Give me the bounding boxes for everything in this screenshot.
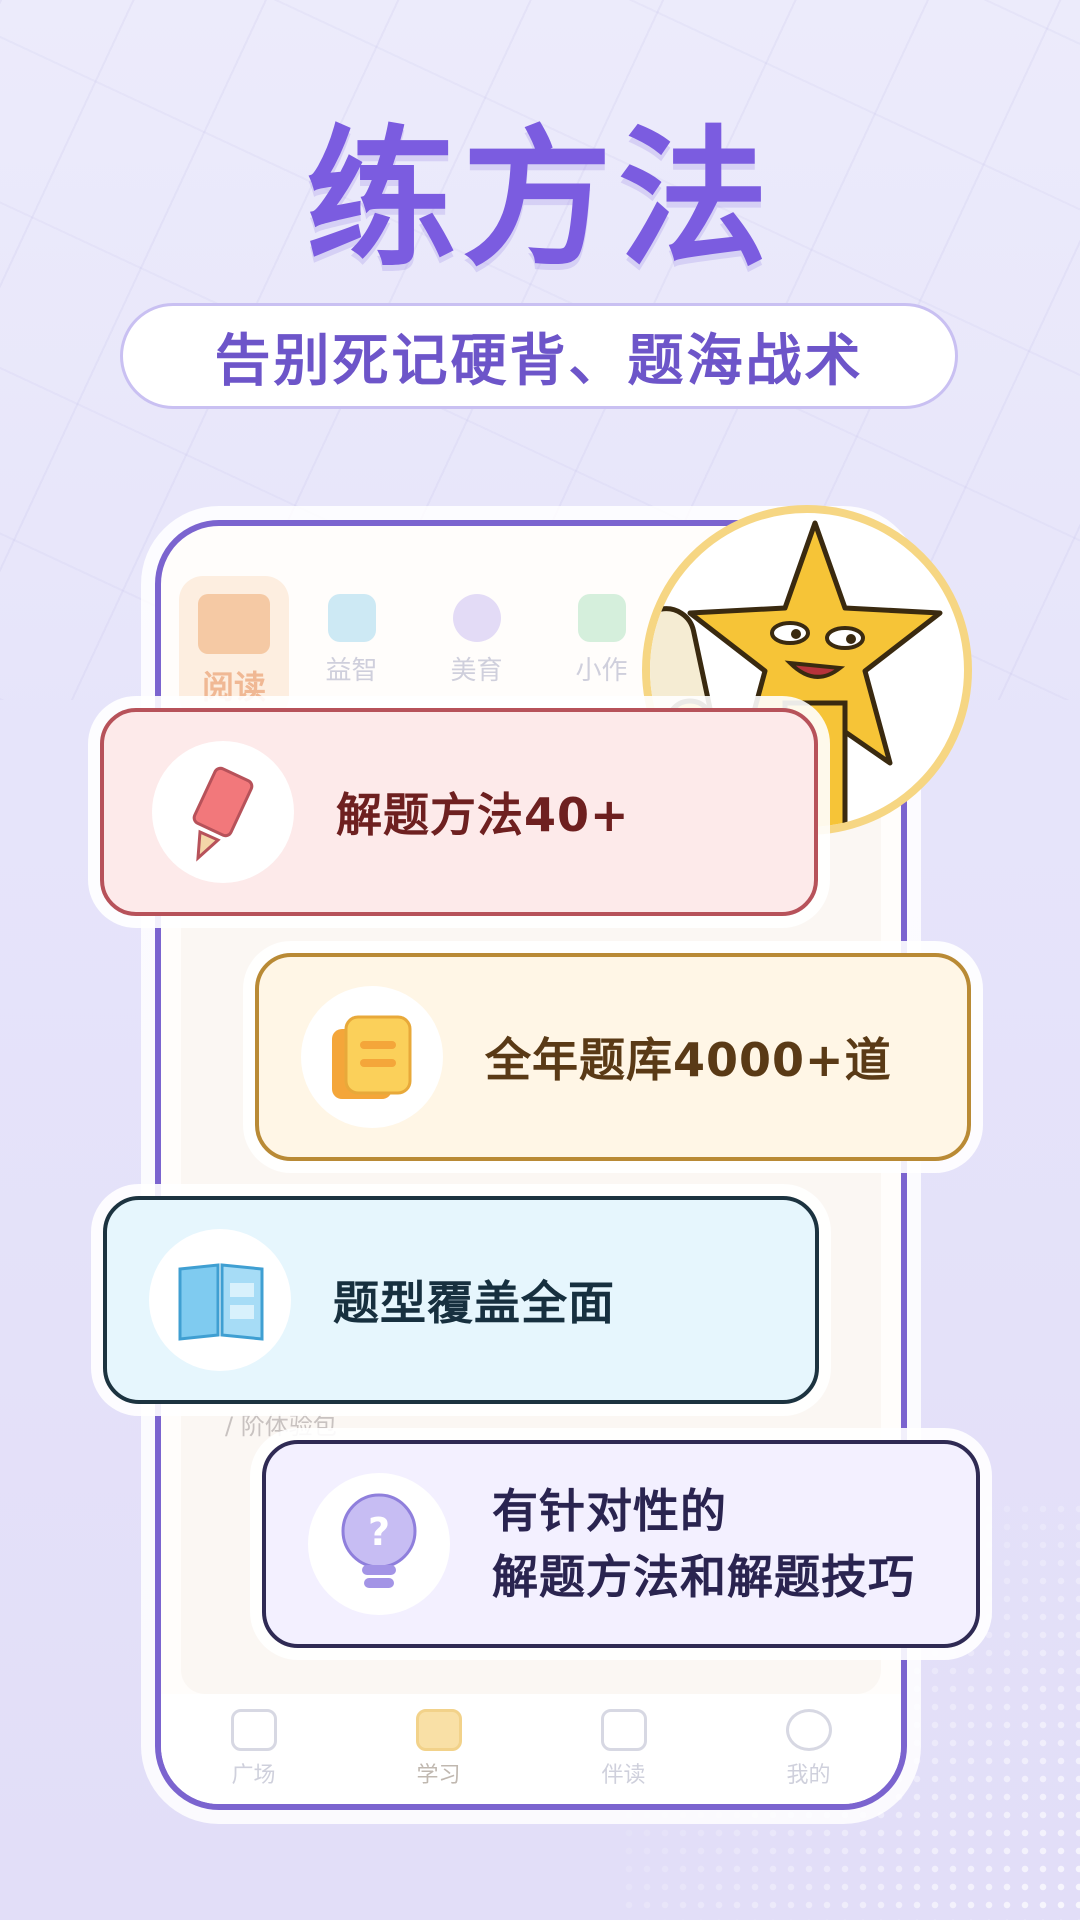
- feature-card-coverage: 题型覆盖全面: [103, 1196, 819, 1404]
- feature-card-techniques: ? 有针对性的 解题方法和解题技巧: [262, 1440, 980, 1648]
- lightbulb-question-icon: ?: [308, 1473, 450, 1615]
- feature-label: 解题方法40+: [336, 788, 630, 842]
- phone-tab-art[interactable]: 美育: [414, 576, 539, 720]
- home-icon: [230, 1709, 277, 1751]
- book-icon: [198, 594, 270, 654]
- phone-tab-puzzle[interactable]: 益智: [289, 576, 414, 720]
- nav-item-companion[interactable]: 伴读: [564, 1709, 684, 1789]
- phone-category-tabs: 阅读 益智 美育 小作: [179, 576, 664, 720]
- feature-card-methods: 解题方法40+: [100, 708, 818, 916]
- moon-icon: [452, 594, 501, 642]
- cube-icon: [327, 594, 376, 642]
- book-icon: [415, 1709, 462, 1751]
- pen-icon: [577, 594, 626, 642]
- feature-label: 全年题库4000+道: [485, 1033, 892, 1087]
- pencil-icon: [152, 741, 294, 883]
- phone-bottom-nav: 广场 学习 伴读 我的: [161, 1694, 901, 1804]
- open-book-icon: [149, 1229, 291, 1371]
- feature-label-line2: 解题方法和解题技巧: [492, 1550, 915, 1604]
- nav-item-profile[interactable]: 我的: [749, 1709, 869, 1789]
- headline-title: 练方法: [305, 113, 774, 287]
- smile-icon: [785, 1709, 832, 1751]
- nav-item-plaza[interactable]: 广场: [194, 1709, 314, 1789]
- bag-icon: [600, 1709, 647, 1751]
- feature-card-question-bank: 全年题库4000+道: [255, 953, 971, 1161]
- phone-hint-text: / 阶体验包: [225, 1412, 337, 1440]
- svg-text:?: ?: [368, 1510, 390, 1554]
- stacked-notes-icon: [301, 986, 443, 1128]
- feature-label: 题型覆盖全面: [333, 1276, 615, 1330]
- phone-tab-reading[interactable]: 阅读: [179, 576, 289, 720]
- nav-item-study[interactable]: 学习: [379, 1709, 499, 1789]
- subtitle-text: 告别死记硬背、题海战术: [214, 328, 864, 394]
- feature-label-line1: 有针对性的: [492, 1484, 727, 1538]
- headline-subtitle: 告别死记硬背、题海战术: [120, 303, 958, 409]
- feature-label: 有针对性的 解题方法和解题技巧: [492, 1478, 915, 1610]
